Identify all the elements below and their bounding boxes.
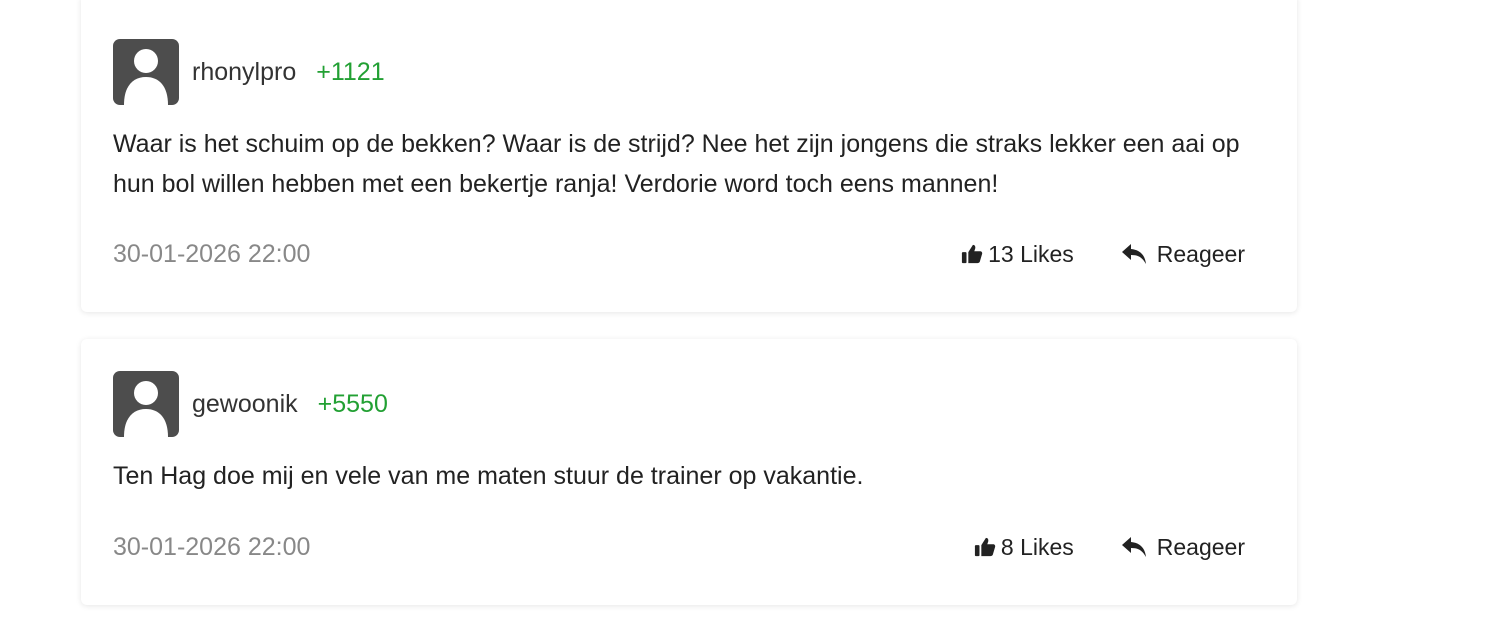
reply-arrow-icon [1121, 537, 1146, 557]
user-silhouette-icon [124, 49, 168, 105]
comment-footer: 30-01-2026 22:00 8 Likes Reageer [113, 530, 1245, 564]
reply-arrow-icon [1121, 244, 1146, 264]
comment-header: gewoonik +5550 [113, 371, 388, 437]
likes-count: 8 Likes [1000, 533, 1074, 560]
user-points: +1121 [316, 57, 385, 86]
avatar[interactable] [113, 39, 179, 105]
comment-card: gewoonik +5550 Ten Hag doe mij en vele v… [81, 339, 1297, 605]
thumbs-up-icon [974, 537, 996, 557]
reply-button[interactable]: Reageer [1121, 534, 1245, 561]
likes-count: 13 Likes [988, 240, 1074, 267]
username[interactable]: gewoonik [192, 390, 298, 419]
comment-feed: rhonylpro +1121 Waar is het schuim op de… [0, 0, 1488, 624]
thumbs-up-icon [962, 244, 983, 264]
comment-footer: 30-01-2026 22:00 13 Likes Reageer [113, 237, 1245, 271]
avatar[interactable] [113, 371, 179, 437]
comment-text: Ten Hag doe mij en vele van me maten stu… [113, 462, 864, 490]
comment-date: 30-01-2026 22:00 [113, 239, 311, 268]
like-button[interactable]: 8 Likes [974, 534, 1074, 561]
user-silhouette-icon [124, 381, 168, 437]
reply-label: Reageer [1156, 240, 1245, 267]
reply-label: Reageer [1156, 533, 1245, 560]
username[interactable]: rhonylpro [192, 58, 296, 87]
comment-text: Waar is het schuim op de bekken? Waar is… [113, 130, 1240, 198]
comment-header: rhonylpro +1121 [113, 39, 385, 105]
comment-card: rhonylpro +1121 Waar is het schuim op de… [81, 0, 1297, 312]
comment-date: 30-01-2026 22:00 [113, 532, 311, 561]
like-button[interactable]: 13 Likes [961, 241, 1074, 268]
reply-button[interactable]: Reageer [1121, 241, 1245, 268]
user-points: +5550 [317, 389, 388, 418]
